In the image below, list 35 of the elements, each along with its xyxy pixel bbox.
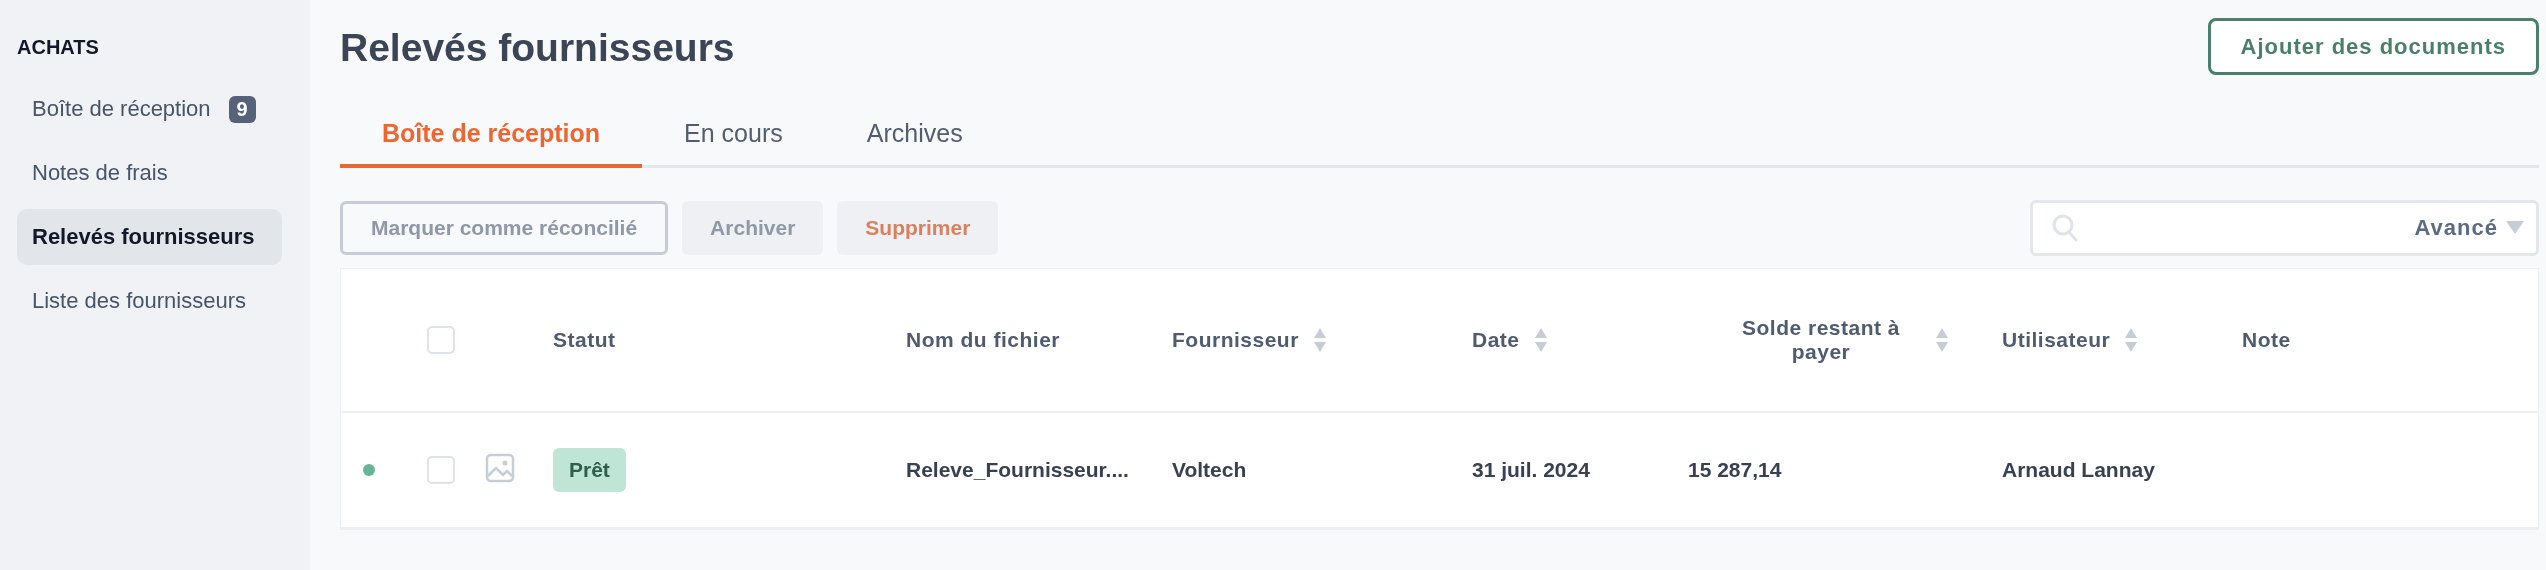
column-header: Nom du fichier — [906, 328, 1060, 352]
search-field[interactable]: Avancé — [2030, 200, 2539, 256]
sort-icon[interactable] — [1312, 327, 1327, 353]
count-badge: 9 — [228, 95, 256, 123]
checkbox[interactable] — [427, 456, 455, 484]
tab[interactable]: En cours — [642, 119, 825, 168]
table-cell-text: Voltech — [1171, 458, 1248, 482]
tab[interactable]: Boîte de réception — [340, 119, 643, 168]
table-cell-text: 15 287,14 — [1687, 458, 1783, 482]
add-documents-button[interactable]: Ajouter des documents — [2207, 18, 2539, 75]
sidebar-item[interactable]: Boîte de réception 9 — [17, 81, 282, 137]
column-header: Statut — [553, 328, 616, 352]
sort-icon[interactable] — [2124, 327, 2139, 353]
image-icon — [485, 452, 515, 483]
table-cell-text: 31 juil. 2024 — [1471, 458, 1591, 482]
search-icon — [2051, 213, 2079, 243]
caret-icon — [2506, 221, 2524, 235]
column-header: Date — [1472, 328, 1520, 352]
sidebar-item[interactable]: Notes de frais — [17, 145, 282, 201]
page-title: Relevés fournisseurs — [340, 26, 735, 70]
status-badge: Prêt — [553, 448, 626, 492]
column-header: Fournisseur — [1172, 328, 1299, 352]
sort-icon[interactable] — [1533, 327, 1548, 353]
column-header: Utilisateur — [2002, 328, 2111, 352]
table-cell-text: Arnaud Lannay — [2001, 458, 2156, 482]
column-header: Note — [2242, 328, 2291, 352]
sidebar-item[interactable]: Relevés fournisseurs — [17, 209, 282, 265]
advanced-dropdown[interactable]: Avancé — [2414, 215, 2524, 241]
table-cell-text: Releve_Fournisseur.... — [905, 458, 1130, 482]
column-header: Solde restant à payer — [1740, 316, 1902, 364]
section-heading: ACHATS — [17, 36, 100, 59]
sort-icon[interactable] — [1935, 327, 1949, 353]
checkbox[interactable] — [427, 326, 455, 354]
tab[interactable]: Archives — [824, 119, 1005, 168]
sidebar-item[interactable]: Liste des fournisseurs — [17, 273, 282, 329]
